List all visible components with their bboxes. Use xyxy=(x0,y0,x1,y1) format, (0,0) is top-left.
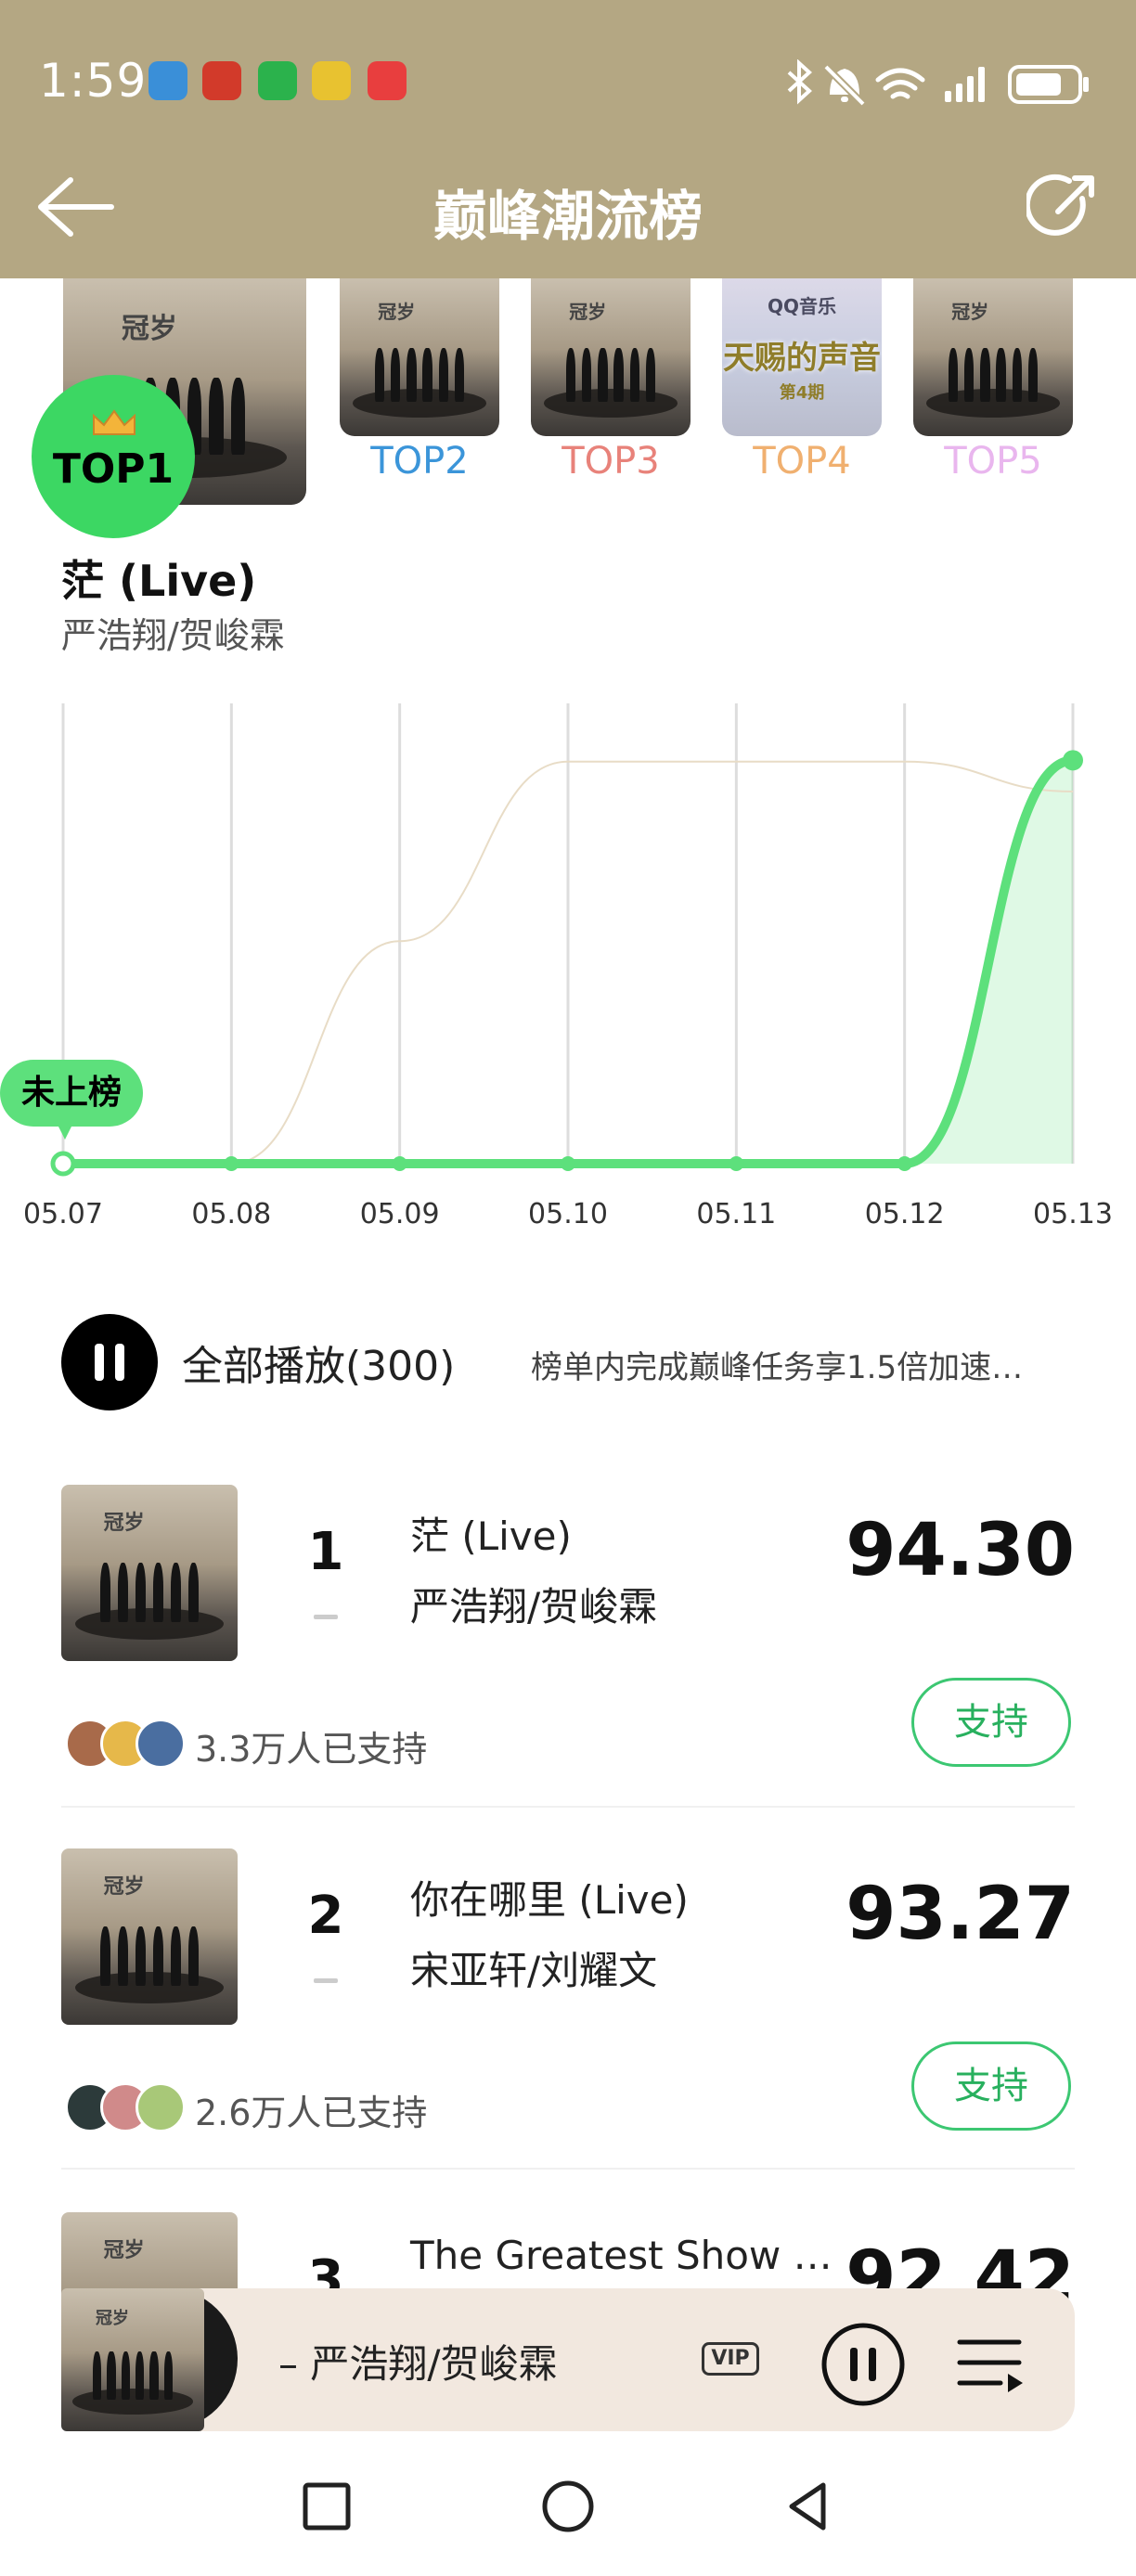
rank-change xyxy=(314,1615,338,1619)
data-point xyxy=(729,1156,744,1171)
supporter-count: 2.6万人已支持 xyxy=(195,2093,428,2133)
top3-label[interactable]: TOP3 xyxy=(531,440,691,483)
x-tick-label: 05.09 xyxy=(360,1198,440,1230)
x-tick-label: 05.13 xyxy=(1033,1198,1113,1230)
play-all-label[interactable]: 全部播放(300) xyxy=(182,1333,455,1392)
song-artist[interactable]: 宋亚轩/刘耀文 xyxy=(410,1939,657,1996)
song-title[interactable]: The Greatest Show … xyxy=(410,2233,833,2278)
status-right-icons xyxy=(787,59,1089,107)
annotation-label: 未上榜 xyxy=(21,1074,122,1112)
battery-icon xyxy=(1008,65,1089,104)
top4-label[interactable]: TOP4 xyxy=(722,440,882,483)
supporter-avatar xyxy=(136,1719,186,1769)
signal-icon xyxy=(945,67,985,102)
vip-badge: VIP xyxy=(702,2342,759,2376)
back-icon[interactable] xyxy=(777,2474,842,2539)
x-tick-label: 05.12 xyxy=(865,1198,945,1230)
featured-song-artist: 严浩翔/贺峻霖 xyxy=(61,615,285,656)
support-button[interactable]: 支持 xyxy=(911,1678,1071,1767)
pause-icon xyxy=(95,1344,124,1381)
data-point xyxy=(1063,750,1083,771)
song-artist[interactable]: 严浩翔/贺峻霖 xyxy=(410,1576,657,1632)
top3-cover[interactable]: 冠岁 xyxy=(531,278,691,436)
top1-badge: TOP1 xyxy=(32,375,195,538)
status-time: 1:59 xyxy=(39,54,148,108)
data-point xyxy=(897,1156,912,1171)
page-title: 巅峰潮流榜 xyxy=(432,185,703,248)
data-point xyxy=(561,1156,575,1171)
recent-apps-icon[interactable] xyxy=(294,2474,359,2539)
supporter-count: 3.3万人已支持 xyxy=(195,1729,428,1770)
top2-label[interactable]: TOP2 xyxy=(340,440,499,483)
top5-cover[interactable]: 冠岁 xyxy=(913,278,1073,436)
song-score: 93.27 xyxy=(846,1873,1075,1956)
weibo-icon xyxy=(312,61,351,100)
row-cover[interactable]: 冠岁 xyxy=(61,1485,238,1661)
mute-icon xyxy=(823,64,866,107)
mini-pause-button[interactable] xyxy=(820,2322,906,2407)
playlist-queue-icon[interactable] xyxy=(954,2327,1028,2402)
rank-number: 2 xyxy=(307,1886,344,1946)
top2-cover[interactable]: 冠岁 xyxy=(340,278,499,436)
rank-number: 1 xyxy=(307,1522,344,1582)
song-title[interactable]: 你在哪里 (Live) xyxy=(410,1869,689,1926)
chart-grid xyxy=(61,703,1075,1164)
data-point xyxy=(50,1151,76,1177)
wechat-icon xyxy=(258,61,297,100)
data-point xyxy=(224,1156,239,1171)
hand-app-icon xyxy=(148,61,187,100)
featured-song-title: 茫 (Live) xyxy=(61,556,257,606)
data-point xyxy=(392,1156,407,1171)
home-icon[interactable] xyxy=(536,2474,600,2539)
wifi-icon xyxy=(875,68,925,99)
x-tick-label: 05.07 xyxy=(23,1198,103,1230)
chart-annotation: 未上榜 xyxy=(0,1060,143,1140)
rank-change xyxy=(314,1978,338,1983)
mini-player-artist[interactable]: – 严浩翔/贺峻霖 xyxy=(278,2333,558,2389)
song-title[interactable]: 茫 (Live) xyxy=(410,1505,572,1562)
promo-text[interactable]: 榜单内完成巅峰任务享1.5倍加速… xyxy=(531,1342,1023,1387)
play-all-button[interactable] xyxy=(61,1314,158,1410)
top4-cover[interactable]: QQ音乐 天赐的声音 第4期 xyxy=(722,278,882,436)
row-cover[interactable]: 冠岁 xyxy=(61,1848,238,2025)
divider xyxy=(61,2168,1075,2170)
divider xyxy=(61,1806,1075,1808)
x-tick-label: 05.08 xyxy=(191,1198,271,1230)
top1-label: TOP1 xyxy=(52,445,174,493)
supporter-avatar xyxy=(136,2082,186,2132)
crown-icon xyxy=(93,409,136,435)
support-button[interactable]: 支持 xyxy=(911,2041,1071,2131)
top5-label[interactable]: TOP5 xyxy=(913,440,1073,483)
huawei-icon xyxy=(368,61,407,100)
bluetooth-icon xyxy=(787,59,812,105)
trend-chart: 05.07 05.08 05.09 05.10 05.11 05.12 05.13 未上榜 xyxy=(0,703,1113,1230)
x-tick-label: 05.11 xyxy=(696,1198,776,1230)
game-app-icon xyxy=(202,61,241,100)
mini-player-cover[interactable]: 冠岁 xyxy=(61,2288,204,2431)
x-tick-label: 05.10 xyxy=(528,1198,608,1230)
song-score: 94.30 xyxy=(846,1509,1075,1592)
share-icon[interactable] xyxy=(1026,171,1101,245)
